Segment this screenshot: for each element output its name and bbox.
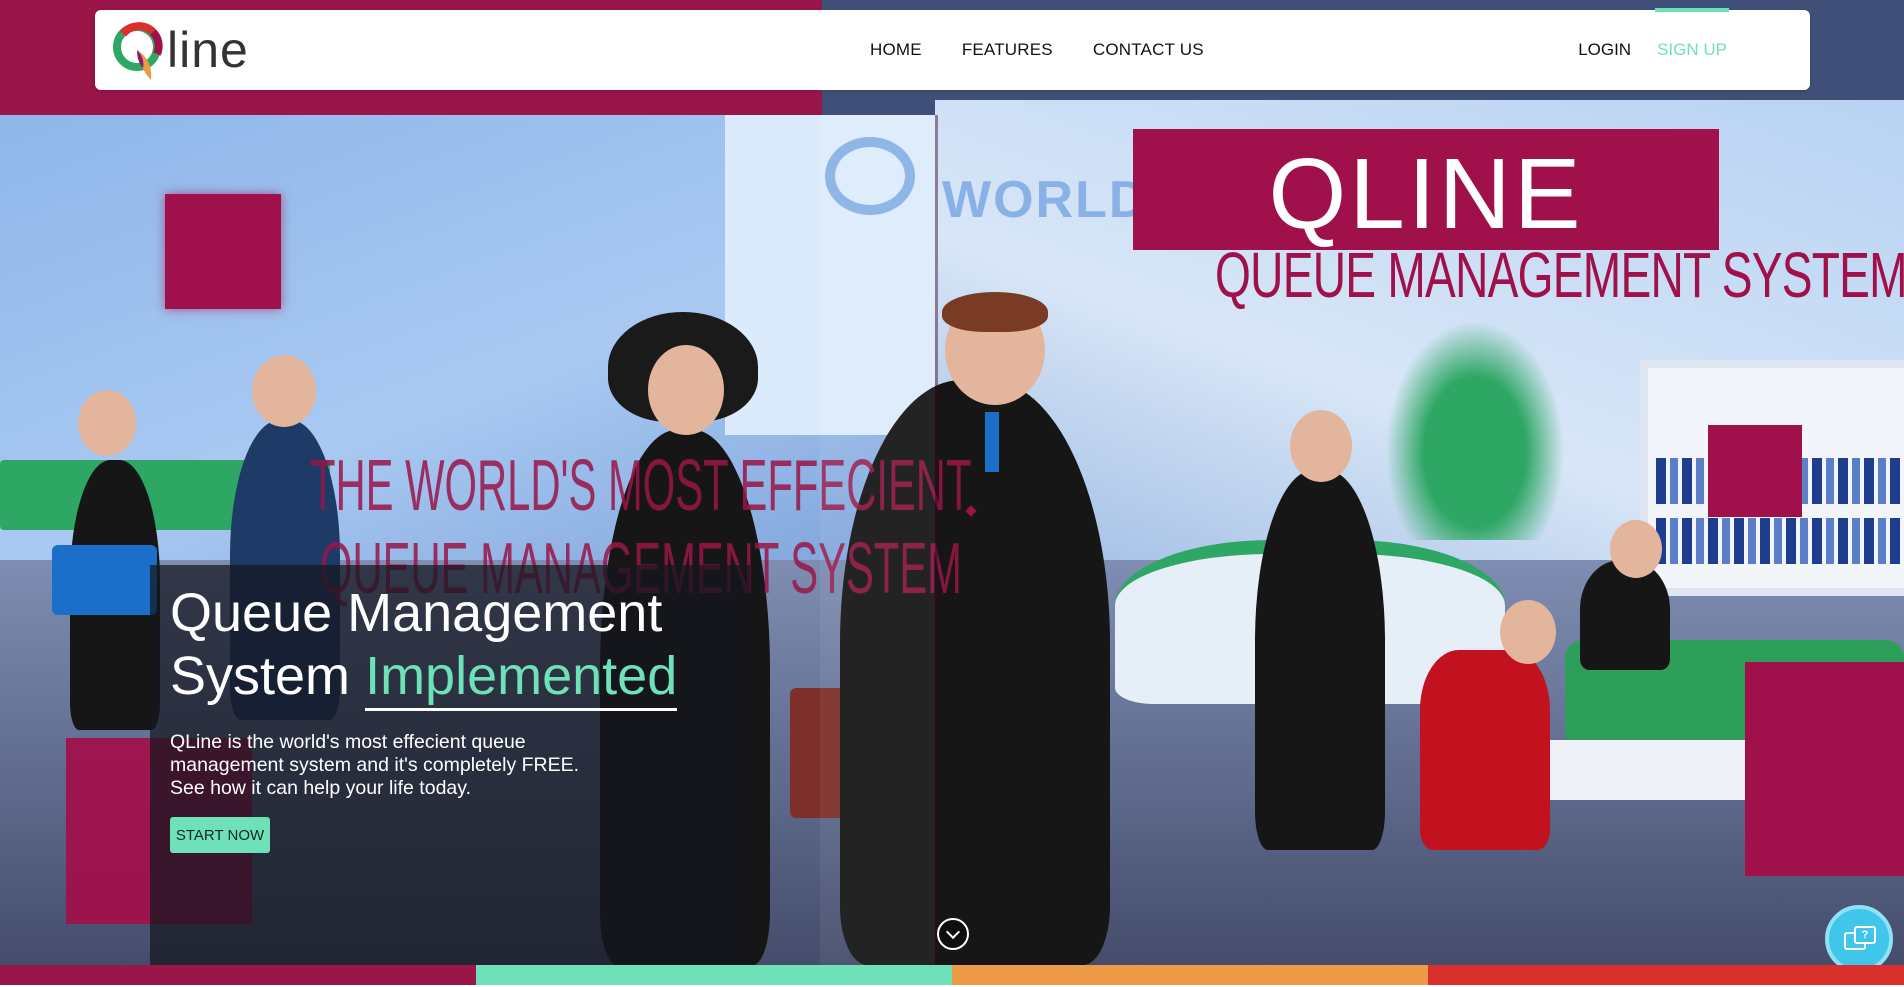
- hero-title-accent: Implemented: [365, 646, 678, 711]
- hero-title-line2: System: [170, 646, 351, 706]
- chevron-down-icon: [945, 924, 961, 940]
- qline-logo-icon: [113, 20, 165, 80]
- nav-contact-us[interactable]: CONTACT US: [1093, 40, 1204, 60]
- nav-home[interactable]: HOME: [870, 40, 922, 60]
- hero-title-line1: Queue Management: [170, 583, 663, 643]
- accent-square: [1745, 662, 1904, 876]
- qline-banner: QLINE: [1133, 129, 1719, 250]
- login-link[interactable]: LOGIN: [1578, 40, 1631, 60]
- qline-banner-subtitle: QUEUE MANAGEMENT SYSTEM: [1215, 239, 1904, 311]
- navbar: line HOME FEATURES CONTACT US LOGIN SIGN…: [95, 8, 1810, 90]
- hero-title: Queue Management System Implemented: [170, 582, 770, 711]
- scene-person-head: [1500, 600, 1556, 664]
- chat-widget-button[interactable]: ?: [1825, 905, 1893, 973]
- stripe-segment-mint: [476, 965, 952, 985]
- signup-link[interactable]: SIGN UP: [1655, 8, 1729, 60]
- brand-logo[interactable]: line: [113, 20, 249, 80]
- scroll-down-button[interactable]: [937, 918, 969, 950]
- scene-person-head: [1290, 410, 1352, 482]
- scene-handbag: [52, 545, 157, 615]
- scene-person-hair: [942, 292, 1048, 332]
- start-now-button[interactable]: START NOW: [170, 817, 270, 853]
- stripe-segment-red: [1428, 965, 1904, 985]
- scene-person-head: [252, 355, 316, 427]
- accent-square: [165, 194, 281, 309]
- signup-label: SIGN UP: [1657, 40, 1727, 59]
- hero-section: WORLD THE WORLD'S MOST EFFECIENT QUEUE M…: [0, 0, 1904, 965]
- accent-square: [1708, 425, 1802, 517]
- scene-person-head: [648, 345, 724, 435]
- scene-glass-panel: [820, 115, 935, 965]
- stripe-segment-orange: [952, 965, 1428, 985]
- signup-active-bar: [1655, 8, 1729, 12]
- nav-features[interactable]: FEATURES: [962, 40, 1053, 60]
- main-nav: HOME FEATURES CONTACT US: [870, 40, 1204, 60]
- hero-divider: [935, 115, 938, 965]
- hero-description: QLine is the world's most effecient queu…: [170, 731, 580, 799]
- stripe-segment-magenta: [0, 965, 476, 985]
- scene-world-text: WORLD: [942, 171, 1149, 229]
- scene-person-woman-right: [1255, 470, 1385, 850]
- scene-person-tie: [985, 412, 999, 472]
- qline-banner-title: QLINE: [1268, 138, 1584, 250]
- scene-plant: [1385, 320, 1565, 540]
- scene-person-head: [78, 390, 136, 456]
- scene-person-man-desk: [1580, 560, 1670, 670]
- footer-color-stripe: [0, 965, 1904, 985]
- brand-name: line: [167, 22, 249, 78]
- auth-links: LOGIN SIGN UP: [1578, 8, 1729, 60]
- scene-person-head: [1610, 520, 1662, 578]
- scene-person-woman-seated: [1420, 650, 1550, 850]
- chat-help-icon: ?: [1844, 926, 1876, 952]
